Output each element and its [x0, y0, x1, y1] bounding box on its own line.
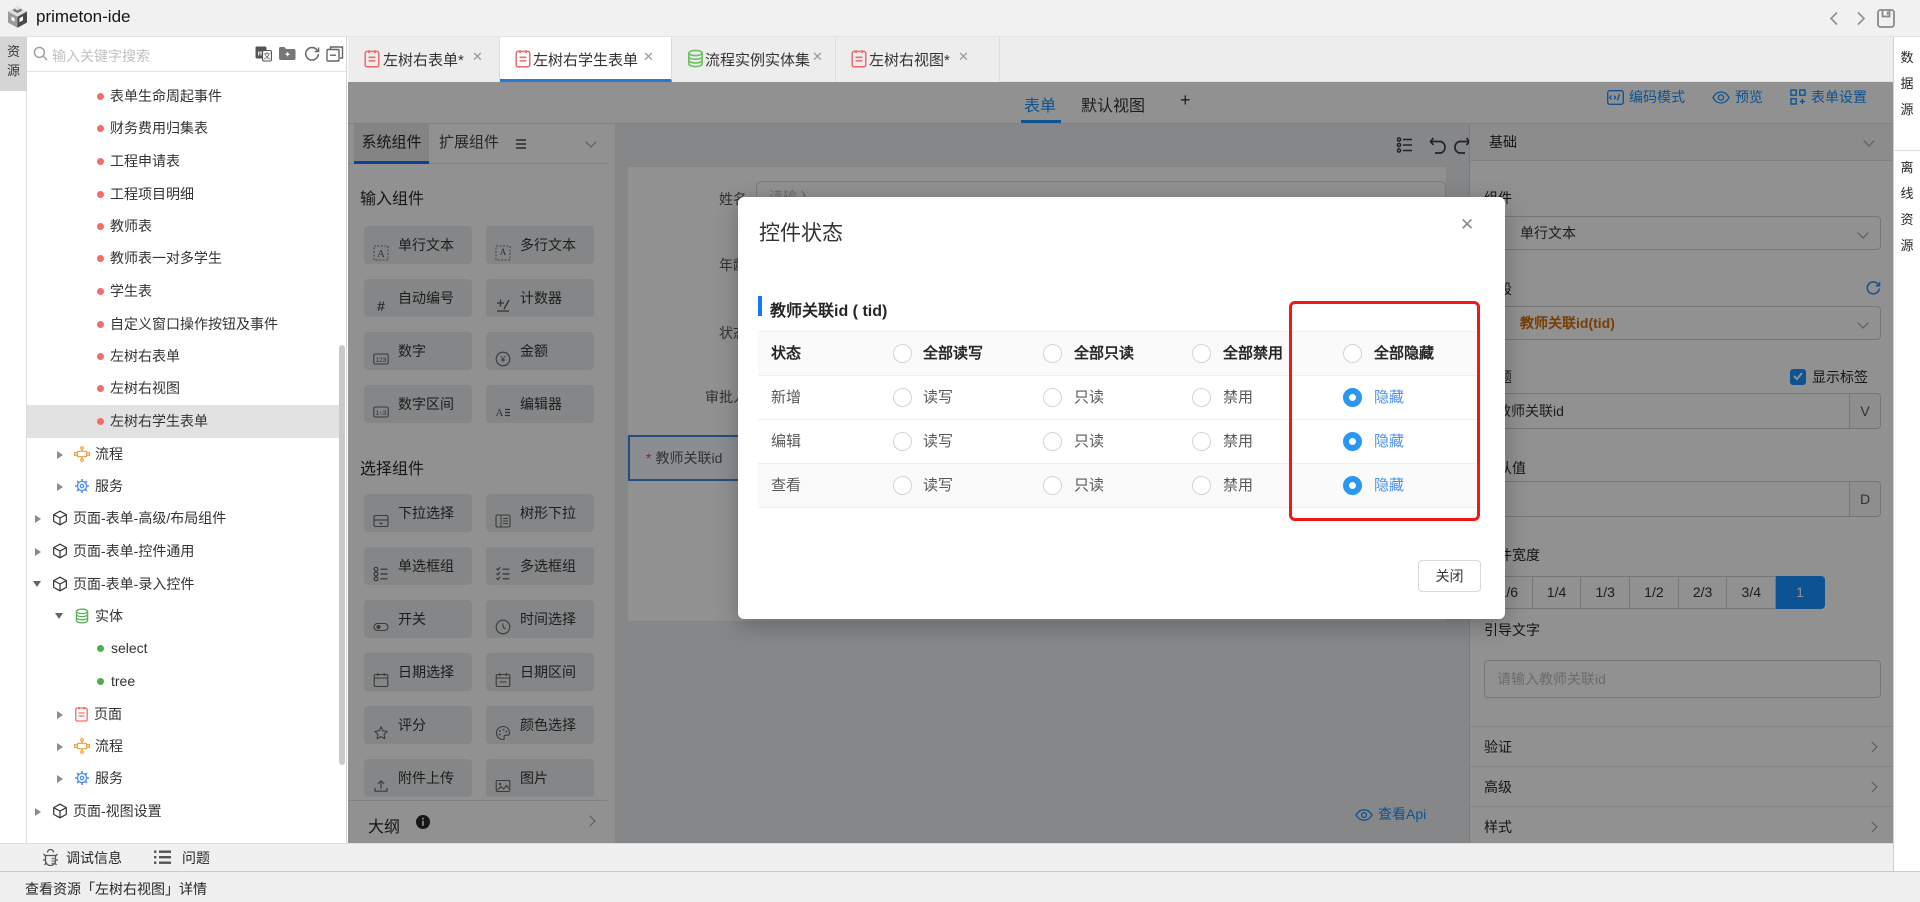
svg-text:文: 文	[263, 51, 271, 61]
